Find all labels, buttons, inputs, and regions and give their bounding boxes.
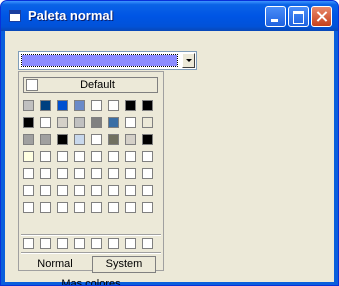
palette-row: [23, 202, 159, 219]
color-swatch[interactable]: [142, 202, 153, 213]
client-area: Default Normal System Mas colores: [5, 31, 334, 285]
close-button[interactable]: [311, 6, 332, 27]
color-swatch[interactable]: [74, 168, 85, 179]
color-swatch[interactable]: [142, 151, 153, 162]
color-swatch[interactable]: [91, 168, 102, 179]
color-swatch[interactable]: [74, 151, 85, 162]
window-title: Paleta normal: [28, 8, 114, 23]
color-swatch[interactable]: [57, 202, 68, 213]
color-swatch[interactable]: [108, 185, 119, 196]
default-color-button[interactable]: Default: [23, 77, 158, 93]
minimize-button[interactable]: [265, 6, 286, 27]
maximize-button[interactable]: [288, 6, 309, 27]
color-swatch[interactable]: [40, 117, 51, 128]
color-swatch[interactable]: [91, 238, 102, 249]
color-swatch[interactable]: [40, 168, 51, 179]
palette-grid: [23, 100, 159, 219]
color-swatch[interactable]: [108, 100, 119, 111]
palette-row: [23, 151, 159, 168]
color-swatch[interactable]: [40, 185, 51, 196]
color-swatch[interactable]: [57, 134, 68, 145]
color-swatch[interactable]: [125, 100, 136, 111]
color-swatch[interactable]: [40, 100, 51, 111]
window: Paleta normal Default Normal System Mas …: [0, 0, 339, 286]
color-swatch[interactable]: [40, 151, 51, 162]
color-swatch[interactable]: [23, 202, 34, 213]
color-swatch[interactable]: [23, 168, 34, 179]
color-swatch[interactable]: [125, 151, 136, 162]
dropdown-arrow-icon[interactable]: [182, 53, 195, 68]
color-swatch[interactable]: [74, 202, 85, 213]
color-swatch[interactable]: [57, 238, 68, 249]
color-swatch[interactable]: [40, 134, 51, 145]
system-palette-button[interactable]: System: [92, 256, 156, 273]
color-swatch[interactable]: [125, 117, 136, 128]
color-swatch[interactable]: [40, 238, 51, 249]
color-swatch[interactable]: [57, 151, 68, 162]
color-swatch[interactable]: [74, 238, 85, 249]
color-swatch[interactable]: [108, 202, 119, 213]
palette-separator: [21, 252, 161, 254]
title-bar[interactable]: Paleta normal: [1, 1, 338, 31]
color-swatch[interactable]: [91, 202, 102, 213]
color-swatch[interactable]: [125, 185, 136, 196]
color-swatch[interactable]: [142, 100, 153, 111]
color-swatch[interactable]: [57, 168, 68, 179]
color-swatch[interactable]: [125, 168, 136, 179]
color-swatch[interactable]: [40, 202, 51, 213]
color-swatch[interactable]: [74, 134, 85, 145]
color-swatch[interactable]: [23, 100, 34, 111]
color-swatch[interactable]: [74, 100, 85, 111]
color-palette-popup: Default Normal System Mas colores: [18, 71, 164, 285]
color-swatch[interactable]: [142, 134, 153, 145]
color-swatch[interactable]: [108, 134, 119, 145]
color-swatch[interactable]: [57, 117, 68, 128]
selected-color-swatch[interactable]: [21, 54, 178, 67]
color-swatch[interactable]: [23, 117, 34, 128]
color-swatch[interactable]: [108, 151, 119, 162]
color-swatch[interactable]: [108, 117, 119, 128]
color-swatch[interactable]: [108, 168, 119, 179]
normal-palette-button[interactable]: Normal: [23, 256, 87, 273]
color-swatch[interactable]: [108, 238, 119, 249]
color-swatch[interactable]: [142, 185, 153, 196]
palette-row: [23, 168, 159, 185]
color-swatch[interactable]: [125, 134, 136, 145]
color-swatch[interactable]: [57, 100, 68, 111]
color-swatch[interactable]: [23, 238, 34, 249]
default-color-swatch: [26, 79, 38, 91]
more-colors-button[interactable]: Mas colores: [19, 278, 163, 285]
palette-row: [23, 134, 159, 151]
color-swatch[interactable]: [23, 185, 34, 196]
color-swatch[interactable]: [125, 238, 136, 249]
color-swatch[interactable]: [91, 134, 102, 145]
color-combo[interactable]: [18, 51, 197, 70]
color-swatch[interactable]: [23, 134, 34, 145]
color-swatch[interactable]: [57, 185, 68, 196]
color-swatch[interactable]: [142, 117, 153, 128]
color-swatch[interactable]: [74, 117, 85, 128]
color-swatch[interactable]: [74, 185, 85, 196]
color-swatch[interactable]: [91, 185, 102, 196]
custom-colors-row: [23, 238, 159, 252]
color-swatch[interactable]: [142, 168, 153, 179]
palette-row: [23, 100, 159, 117]
default-label: Default: [80, 79, 115, 91]
color-swatch[interactable]: [91, 117, 102, 128]
palette-separator: [21, 234, 161, 236]
color-swatch[interactable]: [23, 151, 34, 162]
color-swatch[interactable]: [125, 202, 136, 213]
palette-row: [23, 117, 159, 134]
app-window-icon[interactable]: [9, 10, 21, 22]
color-swatch[interactable]: [142, 238, 153, 249]
color-swatch[interactable]: [91, 100, 102, 111]
palette-row: [23, 185, 159, 202]
color-swatch[interactable]: [91, 151, 102, 162]
